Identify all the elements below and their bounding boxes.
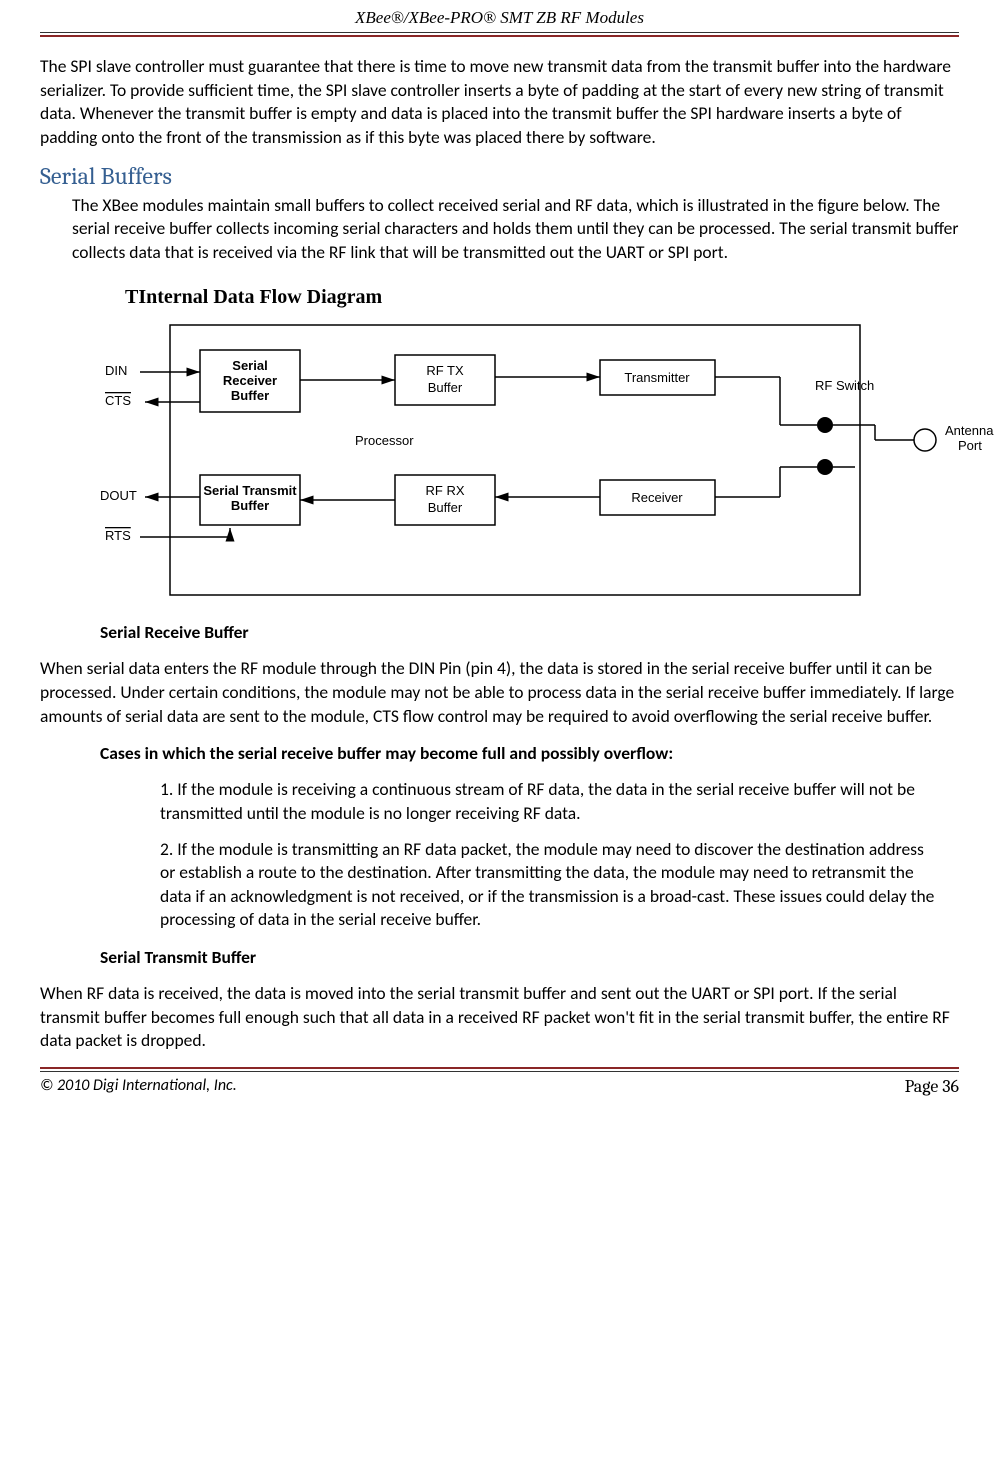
svg-text:Port: Port <box>958 438 982 453</box>
svg-text:Buffer: Buffer <box>231 498 269 513</box>
label-receiver: Receiver <box>631 490 683 505</box>
svg-text:Buffer: Buffer <box>231 388 269 403</box>
svg-text:Antenna: Antenna <box>945 423 994 438</box>
footer-copyright: © 2010 Digi International, Inc. <box>40 1076 237 1097</box>
label-din: DIN <box>105 363 127 378</box>
footer-rule <box>40 1067 959 1072</box>
header-title: XBee®/XBee-PRO® SMT ZB RF Modules <box>40 0 959 32</box>
paragraph-serial-receive: When serial data enters the RF module th… <box>40 657 959 728</box>
label-rts: RTS <box>105 528 131 543</box>
subheading-serial-transmit-buffer: Serial Transmit Buffer <box>100 946 959 968</box>
subheading-overflow-cases: Cases in which the serial receive buffer… <box>100 742 959 764</box>
svg-text:Buffer: Buffer <box>428 500 463 515</box>
data-flow-diagram: DIN CTS DOUT RTS Serial Receiver Buffer … <box>100 315 959 605</box>
subheading-serial-receive-buffer: Serial Receive Buffer <box>100 621 959 643</box>
paragraph-spi-slave: The SPI slave controller must guarantee … <box>40 55 959 150</box>
paragraph-serial-transmit: When RF data is received, the data is mo… <box>40 982 959 1053</box>
svg-text:Serial Transmit: Serial Transmit <box>203 483 297 498</box>
label-transmitter: Transmitter <box>624 370 690 385</box>
svg-text:Receiver: Receiver <box>223 373 277 388</box>
header-rule <box>40 32 959 37</box>
svg-text:RF TX: RF TX <box>426 363 464 378</box>
case-1: 1. If the module is receiving a continuo… <box>160 778 939 825</box>
svg-text:RF RX: RF RX <box>426 483 465 498</box>
svg-text:Serial: Serial <box>232 358 267 373</box>
svg-text:Buffer: Buffer <box>428 380 463 395</box>
diagram-title: TInternal Data Flow Diagram <box>125 286 959 309</box>
case-2: 2. If the module is transmitting an RF d… <box>160 838 939 933</box>
label-dout: DOUT <box>100 488 137 503</box>
label-cts: CTS <box>105 393 131 408</box>
label-rf-switch: RF Switch <box>815 378 874 393</box>
footer-page-number: Page 36 <box>905 1076 959 1097</box>
heading-serial-buffers: Serial Buffers <box>40 162 959 190</box>
paragraph-serial-buffers-intro: The XBee modules maintain small buffers … <box>72 194 959 265</box>
label-processor: Processor <box>355 433 414 448</box>
